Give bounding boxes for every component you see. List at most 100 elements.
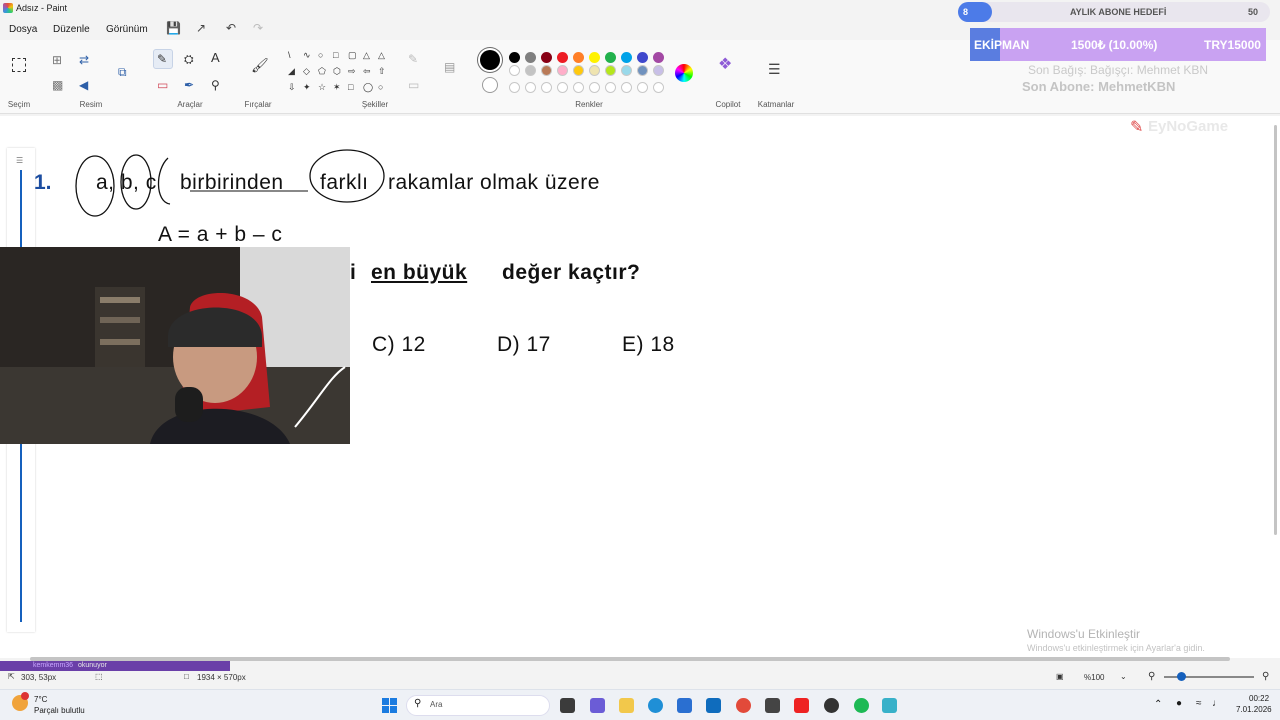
selection-tool-icon[interactable] [12, 58, 26, 72]
zoom-slider-thumb[interactable] [1177, 672, 1186, 681]
rectangle-shape-icon[interactable]: □ [333, 50, 338, 60]
color-swatch[interactable] [621, 65, 632, 76]
redo-icon[interactable]: ↷ [253, 21, 263, 35]
zoom-level[interactable]: %100 [1084, 673, 1104, 682]
fit-window-icon[interactable]: ▣ [1056, 672, 1064, 681]
zoom-dropdown-icon[interactable]: ⌄ [1120, 672, 1127, 681]
diamond-shape-icon[interactable]: ◇ [303, 66, 310, 77]
store-icon[interactable] [677, 698, 692, 713]
line-shape-icon[interactable]: \ [288, 50, 291, 60]
hexagon-shape-icon[interactable]: ⬡ [333, 66, 341, 77]
color-swatch[interactable] [605, 52, 616, 63]
polygon-shape-icon[interactable]: △ [363, 50, 370, 61]
color-swatch[interactable] [573, 52, 584, 63]
outline-icon[interactable]: ✎ [408, 52, 418, 66]
brush-icon[interactable]: 🖌 [251, 58, 269, 72]
grid-select-icon[interactable]: ▩ [52, 78, 63, 92]
text-tool-icon[interactable]: A [211, 51, 220, 65]
rounded-rect-shape-icon[interactable]: ▢ [348, 50, 357, 61]
clock-date[interactable]: 7.01.2026 [1236, 705, 1272, 714]
color-swatch[interactable] [557, 52, 568, 63]
edge-icon[interactable] [648, 698, 663, 713]
color-swatch[interactable] [653, 65, 664, 76]
color-swatch[interactable] [573, 65, 584, 76]
custom-color-slot[interactable] [653, 82, 664, 93]
app-icon[interactable] [765, 698, 780, 713]
fill-bucket-icon[interactable]: ⛭ [184, 52, 194, 66]
magnifier-icon[interactable]: ⚲ [211, 78, 220, 92]
six-point-star-icon[interactable]: ✶ [333, 82, 341, 93]
shape-size-icon[interactable]: ▤ [444, 60, 455, 74]
custom-color-slot[interactable] [525, 82, 536, 93]
crop-icon[interactable]: ⊞ [52, 53, 62, 67]
oval-shape-icon[interactable]: ○ [318, 50, 323, 60]
callout-rect-icon[interactable]: □ [348, 82, 353, 92]
start-button-icon[interactable] [382, 698, 397, 713]
zoom-out-icon[interactable]: ⚲ [1148, 671, 1155, 682]
custom-color-slot[interactable] [541, 82, 552, 93]
rotate-icon[interactable]: ◀ [79, 78, 88, 92]
chrome-icon[interactable] [736, 698, 751, 713]
eraser-icon[interactable]: ▭ [157, 78, 168, 92]
tray-overflow-icon[interactable]: ⌃ [1154, 699, 1162, 710]
custom-color-slot[interactable] [557, 82, 568, 93]
custom-color-slot[interactable] [573, 82, 584, 93]
vertical-scrollbar[interactable] [1274, 125, 1277, 535]
color-picker-icon[interactable]: ✒ [184, 78, 194, 92]
pencil-icon[interactable]: ✎ [157, 52, 167, 66]
color-swatch[interactable] [525, 65, 536, 76]
left-arrow-shape-icon[interactable]: ⇦ [363, 66, 371, 77]
color-swatch[interactable] [589, 52, 600, 63]
taskbar-search-box[interactable] [406, 695, 550, 716]
spotify-icon[interactable] [854, 698, 869, 713]
triangle-shape-icon[interactable]: △ [378, 50, 385, 61]
color-swatch[interactable] [621, 52, 632, 63]
paint-taskbar-icon[interactable] [882, 698, 897, 713]
custom-color-slot[interactable] [637, 82, 648, 93]
color-swatch[interactable] [637, 65, 648, 76]
custom-color-slot[interactable] [605, 82, 616, 93]
color-swatch[interactable] [653, 52, 664, 63]
color-swatch[interactable] [637, 52, 648, 63]
volume-icon[interactable]: ♩ [1212, 698, 1222, 709]
curve-shape-icon[interactable]: ∿ [303, 50, 311, 61]
pentagon-shape-icon[interactable]: ⬠ [318, 66, 326, 77]
menu-dosya[interactable]: Dosya [9, 24, 37, 35]
up-arrow-shape-icon[interactable]: ⇧ [378, 66, 386, 77]
callout-cloud-icon[interactable]: ○ [378, 82, 383, 92]
task-view-icon[interactable] [560, 698, 575, 713]
widgets-icon[interactable] [590, 698, 605, 713]
menu-duzenle[interactable]: Düzenle [53, 24, 90, 35]
fill-icon[interactable]: ▭ [408, 78, 419, 92]
color-swatch[interactable] [605, 65, 616, 76]
zoom-in-icon[interactable]: ⚲ [1262, 671, 1269, 682]
custom-color-slot[interactable] [621, 82, 632, 93]
secondary-color-swatch[interactable] [482, 77, 498, 93]
primary-color-swatch[interactable] [480, 50, 500, 70]
shapes-gallery[interactable]: \ ∿ ○ □ ▢ △ △ ◢ ◇ ⬠ ⬡ ⇨ ⇦ ⇧ ⇩ ✦ ☆ ✶ □ ◯ … [285, 48, 393, 96]
callout-oval-icon[interactable]: ◯ [363, 82, 373, 93]
color-swatch[interactable] [589, 65, 600, 76]
five-point-star-icon[interactable]: ☆ [318, 82, 326, 93]
edit-colors-icon[interactable] [675, 64, 693, 82]
right-triangle-shape-icon[interactable]: ◢ [288, 66, 295, 77]
resize-icon[interactable]: ⇄ [79, 53, 89, 67]
copilot-icon[interactable]: ❖ [718, 57, 732, 73]
four-point-star-icon[interactable]: ✦ [303, 82, 311, 93]
color-swatch[interactable] [557, 65, 568, 76]
layers-icon[interactable]: ☰ [768, 62, 781, 76]
color-swatch[interactable] [509, 52, 520, 63]
color-swatch[interactable] [525, 52, 536, 63]
wifi-icon[interactable]: ≈ [1196, 698, 1202, 709]
down-arrow-shape-icon[interactable]: ⇩ [288, 82, 296, 93]
save-icon[interactable]: 💾 [166, 21, 181, 35]
obs-icon[interactable] [824, 698, 839, 713]
custom-color-slot[interactable] [509, 82, 520, 93]
clock-time[interactable]: 00:22 [1249, 694, 1269, 703]
image-select-icon[interactable]: ⧉ [118, 65, 127, 79]
right-arrow-shape-icon[interactable]: ⇨ [348, 66, 356, 77]
color-swatch[interactable] [541, 52, 552, 63]
custom-color-slot[interactable] [589, 82, 600, 93]
color-swatch[interactable] [541, 65, 552, 76]
file-explorer-icon[interactable] [619, 698, 634, 713]
